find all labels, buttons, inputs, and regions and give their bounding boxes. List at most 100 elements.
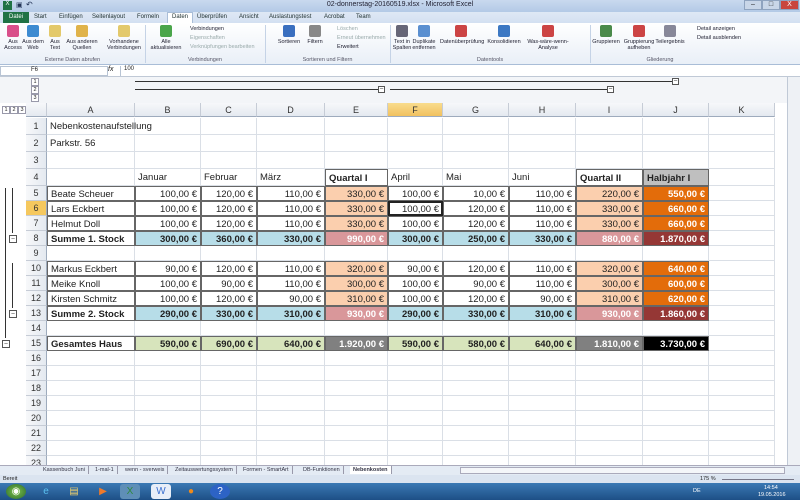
sheet-tab-zeitauswertungssystem[interactable]: Zeitauswertungssystem bbox=[172, 466, 237, 474]
cell-F7[interactable]: 100,00 € bbox=[388, 216, 443, 231]
cell-J5[interactable]: 550,00 € bbox=[643, 186, 709, 201]
tab-einfügen[interactable]: Einfügen bbox=[55, 13, 87, 21]
cell-H22[interactable] bbox=[509, 441, 576, 456]
sheet-tab-kassenbuch-juni[interactable]: Kassenbuch Juni bbox=[40, 466, 89, 474]
cell-C4[interactable]: Februar bbox=[201, 169, 257, 186]
cell-G4[interactable]: Mai bbox=[443, 169, 509, 186]
outline-collapse-button[interactable]: – bbox=[672, 78, 679, 85]
cell-K11[interactable] bbox=[709, 276, 775, 291]
ribbon-button-teilergebnis[interactable]: Teilergebnis bbox=[655, 25, 685, 45]
cell-E10[interactable]: 320,00 € bbox=[325, 261, 388, 276]
cell-J16[interactable] bbox=[643, 351, 709, 366]
cell-C23[interactable] bbox=[201, 456, 257, 465]
cell-J7[interactable]: 660,00 € bbox=[643, 216, 709, 231]
column-header-H[interactable]: H bbox=[509, 103, 576, 117]
cell-E18[interactable] bbox=[325, 381, 388, 396]
cell-J2[interactable] bbox=[643, 135, 709, 152]
cell-E17[interactable] bbox=[325, 366, 388, 381]
cell-A13[interactable]: Summe 2. Stock bbox=[47, 306, 135, 321]
cell-E1[interactable] bbox=[325, 118, 388, 135]
cell-K13[interactable] bbox=[709, 306, 775, 321]
cell-H8[interactable]: 330,00 € bbox=[509, 231, 576, 246]
cell-K19[interactable] bbox=[709, 396, 775, 411]
cell-I16[interactable] bbox=[576, 351, 643, 366]
cell-F20[interactable] bbox=[388, 411, 443, 426]
cell-H13[interactable]: 310,00 € bbox=[509, 306, 576, 321]
ribbon-small-erneut-übernehmen[interactable]: Erneut übernehmen bbox=[337, 35, 386, 41]
cell-A17[interactable] bbox=[47, 366, 135, 381]
ribbon-button-vorhandene-verbindungen[interactable]: Vorhandene Verbindungen bbox=[104, 25, 144, 51]
cell-C3[interactable] bbox=[201, 152, 257, 169]
cell-H4[interactable]: Juni bbox=[509, 169, 576, 186]
column-header-E[interactable]: E bbox=[325, 103, 388, 117]
cell-G23[interactable] bbox=[443, 456, 509, 465]
row-header-13[interactable]: 13 bbox=[26, 306, 47, 321]
cell-G6[interactable]: 120,00 € bbox=[443, 201, 509, 216]
tab-auslastungstest[interactable]: Auslastungstest bbox=[265, 13, 315, 21]
cell-E15[interactable]: 1.920,00 € bbox=[325, 336, 388, 351]
cell-H10[interactable]: 110,00 € bbox=[509, 261, 576, 276]
cell-J3[interactable] bbox=[643, 152, 709, 169]
row-header-3[interactable]: 3 bbox=[26, 152, 47, 169]
cell-D7[interactable]: 110,00 € bbox=[257, 216, 325, 231]
cell-J8[interactable]: 1.870,00 € bbox=[643, 231, 709, 246]
cell-I2[interactable] bbox=[576, 135, 643, 152]
row-outline-level-3-button[interactable]: 3 bbox=[18, 106, 26, 114]
cell-A5[interactable]: Beate Scheuer bbox=[47, 186, 135, 201]
cell-A12[interactable]: Kirsten Schmitz bbox=[47, 291, 135, 306]
ribbon-button-aus-access[interactable]: Aus Access bbox=[3, 25, 23, 51]
cell-K23[interactable] bbox=[709, 456, 775, 465]
cell-H20[interactable] bbox=[509, 411, 576, 426]
cell-I1[interactable] bbox=[576, 118, 643, 135]
row-header-6[interactable]: 6 bbox=[26, 201, 47, 216]
cell-E19[interactable] bbox=[325, 396, 388, 411]
row-outline-level-2-button[interactable]: 2 bbox=[10, 106, 18, 114]
cell-K9[interactable] bbox=[709, 246, 775, 261]
row-outline-level-1-button[interactable]: 1 bbox=[2, 106, 10, 114]
cell-A3[interactable] bbox=[47, 152, 135, 169]
clock-date[interactable]: 19.05.2016 bbox=[758, 492, 786, 498]
cell-G22[interactable] bbox=[443, 441, 509, 456]
cell-H14[interactable] bbox=[509, 321, 576, 336]
cell-C5[interactable]: 120,00 € bbox=[201, 186, 257, 201]
cell-D23[interactable] bbox=[257, 456, 325, 465]
tab-acrobat[interactable]: Acrobat bbox=[320, 13, 349, 21]
cell-G17[interactable] bbox=[443, 366, 509, 381]
cell-C10[interactable]: 120,00 € bbox=[201, 261, 257, 276]
cell-B13[interactable]: 290,00 € bbox=[135, 306, 201, 321]
cell-F15[interactable]: 590,00 € bbox=[388, 336, 443, 351]
cell-B9[interactable] bbox=[135, 246, 201, 261]
cell-B8[interactable]: 300,00 € bbox=[135, 231, 201, 246]
ribbon-button-sortieren[interactable]: Sortieren bbox=[276, 25, 302, 45]
row-outline-collapse-button[interactable]: – bbox=[9, 309, 17, 318]
column-header-A[interactable]: A bbox=[47, 103, 135, 117]
cell-I15[interactable]: 1.810,00 € bbox=[576, 336, 643, 351]
cell-D17[interactable] bbox=[257, 366, 325, 381]
cell-K20[interactable] bbox=[709, 411, 775, 426]
cell-C2[interactable] bbox=[201, 135, 257, 152]
sheet-tab-1-mal-1[interactable]: 1-mal-1 bbox=[92, 466, 118, 474]
clock-time[interactable]: 14:54 bbox=[764, 485, 778, 491]
row-header-22[interactable]: 22 bbox=[26, 441, 47, 456]
cell-G9[interactable] bbox=[443, 246, 509, 261]
ribbon-button-was-wäre-wenn-analyse[interactable]: Was-wäre-wenn-Analyse bbox=[523, 25, 573, 51]
cell-D13[interactable]: 310,00 € bbox=[257, 306, 325, 321]
cell-F17[interactable] bbox=[388, 366, 443, 381]
cell-I18[interactable] bbox=[576, 381, 643, 396]
excel-taskbar-icon[interactable]: X bbox=[120, 484, 140, 499]
cell-G14[interactable] bbox=[443, 321, 509, 336]
cell-E8[interactable]: 990,00 € bbox=[325, 231, 388, 246]
row-outline-collapse-button[interactable]: – bbox=[2, 339, 10, 348]
cell-C22[interactable] bbox=[201, 441, 257, 456]
cell-D9[interactable] bbox=[257, 246, 325, 261]
cell-G2[interactable] bbox=[443, 135, 509, 152]
cell-B5[interactable]: 100,00 € bbox=[135, 186, 201, 201]
cell-E7[interactable]: 330,00 € bbox=[325, 216, 388, 231]
outline-collapse-button[interactable]: – bbox=[607, 86, 614, 93]
row-header-9[interactable]: 9 bbox=[26, 246, 47, 261]
maximize-button[interactable]: □ bbox=[762, 0, 780, 10]
cell-K1[interactable] bbox=[709, 118, 775, 135]
cell-I20[interactable] bbox=[576, 411, 643, 426]
row-header-8[interactable]: 8 bbox=[26, 231, 47, 246]
cell-D12[interactable]: 90,00 € bbox=[257, 291, 325, 306]
